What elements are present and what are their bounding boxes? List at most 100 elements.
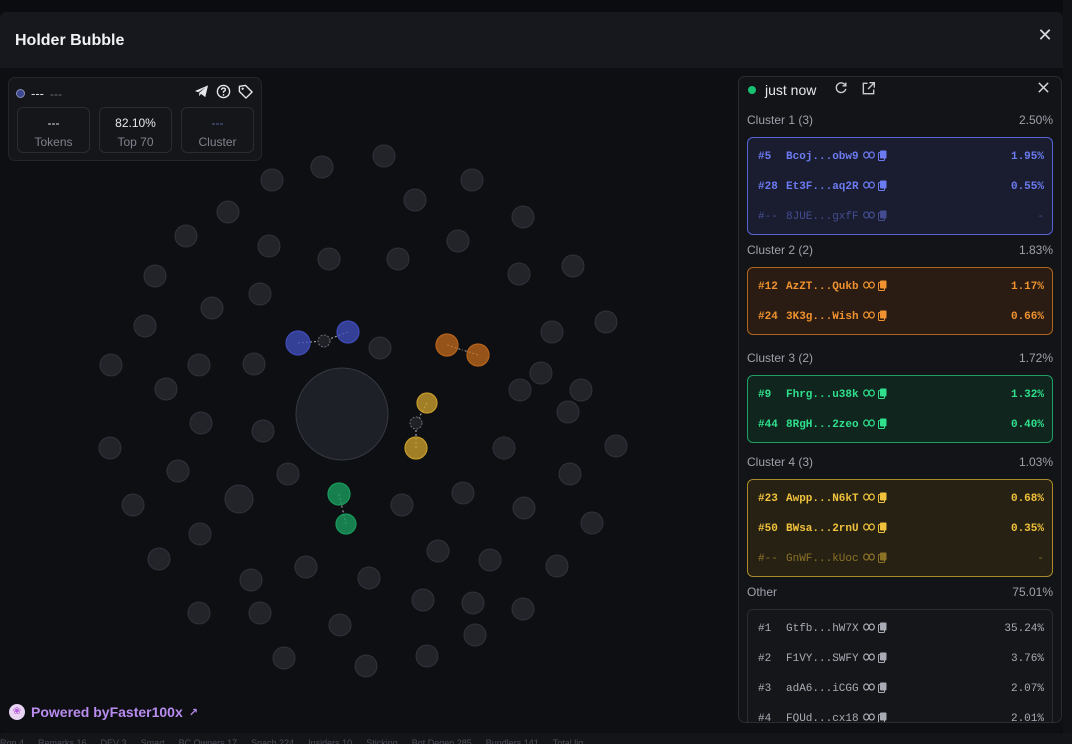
holder-bubble[interactable] xyxy=(368,336,392,360)
powered-by-link[interactable]: ❀ Powered by Faster100x ↗ xyxy=(9,704,198,720)
help-icon[interactable] xyxy=(216,84,231,99)
holder-addr[interactable]: FQUd...cx18 xyxy=(786,713,859,722)
link-icon[interactable] xyxy=(862,280,875,294)
link-icon[interactable] xyxy=(862,622,875,636)
copy-icon[interactable] xyxy=(877,552,887,567)
holder-bubble[interactable] xyxy=(558,462,582,486)
holder-bubble[interactable] xyxy=(294,555,318,579)
cluster-holder-bubble[interactable] xyxy=(466,343,490,367)
holder-bubble[interactable] xyxy=(248,282,272,306)
holder-bubble[interactable] xyxy=(556,400,580,424)
holder-row[interactable]: #50 BWsa...2rnU 0.35% xyxy=(758,521,1044,537)
holder-row[interactable]: #1 Gtfb...hW7X 35.24% xyxy=(758,621,1044,637)
holder-bubble[interactable] xyxy=(426,539,450,563)
holder-addr[interactable]: 8RgH...2zeo xyxy=(786,419,859,431)
copy-icon[interactable] xyxy=(877,712,887,722)
holder-bubble[interactable] xyxy=(310,155,334,179)
holder-bubble[interactable] xyxy=(188,522,212,546)
holder-bubble[interactable] xyxy=(317,247,341,271)
holder-row[interactable]: #24 3K3g...Wish 0.66% xyxy=(758,309,1044,325)
copy-icon[interactable] xyxy=(877,682,887,697)
link-icon[interactable] xyxy=(862,210,875,224)
copy-icon[interactable] xyxy=(877,522,887,537)
link-icon[interactable] xyxy=(862,310,875,324)
holder-bubble[interactable] xyxy=(154,377,178,401)
holder-bubble[interactable] xyxy=(98,436,122,460)
holder-bubble[interactable] xyxy=(242,352,266,376)
holder-addr[interactable]: F1VY...SWFY xyxy=(786,653,859,665)
copy-icon[interactable] xyxy=(877,622,887,637)
holder-row[interactable]: #2 F1VY...SWFY 3.76% xyxy=(758,651,1044,667)
holder-bubble[interactable] xyxy=(276,462,300,486)
holder-bubble[interactable] xyxy=(372,144,396,168)
holder-addr[interactable]: BWsa...2rnU xyxy=(786,523,859,535)
modal-close-icon[interactable]: ✕ xyxy=(1036,26,1054,44)
holder-bubble[interactable] xyxy=(411,588,435,612)
copy-icon[interactable] xyxy=(877,310,887,325)
copy-icon[interactable] xyxy=(877,280,887,295)
holder-bubble[interactable] xyxy=(580,511,604,535)
link-icon[interactable] xyxy=(862,652,875,666)
holder-bubble[interactable] xyxy=(143,264,167,288)
panel-close-icon[interactable] xyxy=(1035,81,1051,97)
holder-bubble[interactable] xyxy=(328,613,352,637)
cluster-holder-bubble[interactable] xyxy=(285,330,311,356)
cluster-hub-bubble[interactable] xyxy=(317,334,331,348)
holder-bubble[interactable] xyxy=(216,200,240,224)
holder-bubble[interactable] xyxy=(508,378,532,402)
holder-bubble[interactable] xyxy=(511,597,535,621)
copy-icon[interactable] xyxy=(877,150,887,165)
holder-row[interactable]: #28 Et3F...aq2R 0.55% xyxy=(758,179,1044,195)
holder-bubble[interactable] xyxy=(461,591,485,615)
copy-icon[interactable] xyxy=(877,418,887,433)
external-link-icon[interactable] xyxy=(860,81,876,97)
link-icon[interactable] xyxy=(862,180,875,194)
copy-icon[interactable] xyxy=(877,180,887,195)
holder-addr[interactable]: Bcoj...obw9 xyxy=(786,151,859,163)
holder-bubble[interactable] xyxy=(460,168,484,192)
holder-bubble[interactable] xyxy=(569,378,593,402)
holder-bubble[interactable] xyxy=(512,496,536,520)
link-icon[interactable] xyxy=(862,552,875,566)
link-icon[interactable] xyxy=(862,150,875,164)
holder-bubble[interactable] xyxy=(540,320,564,344)
holder-bubble[interactable] xyxy=(121,493,145,517)
holder-addr[interactable]: GnWF...kUoc xyxy=(786,553,859,565)
holder-bubble[interactable] xyxy=(386,247,410,271)
holder-addr[interactable]: Awpp...N6kT xyxy=(786,493,859,505)
holder-bubble[interactable] xyxy=(260,168,284,192)
holder-bubble[interactable] xyxy=(529,361,553,385)
holder-bubble[interactable] xyxy=(99,353,123,377)
holder-row[interactable]: #44 8RgH...2zeo 0.40% xyxy=(758,417,1044,433)
holder-bubble[interactable] xyxy=(507,262,531,286)
holder-bubble[interactable] xyxy=(451,481,475,505)
link-icon[interactable] xyxy=(862,388,875,402)
cluster-holder-bubble[interactable] xyxy=(416,392,438,414)
holder-bubble[interactable] xyxy=(251,419,275,443)
holder-row[interactable]: #3 adA6...iCGG 2.07% xyxy=(758,681,1044,697)
holder-row[interactable]: #5 Bcoj...obw9 1.95% xyxy=(758,149,1044,165)
holder-bubble[interactable] xyxy=(224,484,254,514)
holder-bubble[interactable] xyxy=(403,188,427,212)
holder-addr[interactable]: 3K3g...Wish xyxy=(786,311,859,323)
holder-bubble[interactable] xyxy=(492,436,516,460)
holder-bubble[interactable] xyxy=(511,205,535,229)
refresh-icon[interactable] xyxy=(833,81,849,97)
telegram-icon[interactable] xyxy=(194,84,209,99)
cluster-holder-bubble[interactable] xyxy=(335,513,357,535)
copy-icon[interactable] xyxy=(877,652,887,667)
holder-row[interactable]: #23 Awpp...N6kT 0.68% xyxy=(758,491,1044,507)
tag-icon[interactable] xyxy=(238,84,253,99)
holder-bubble[interactable] xyxy=(561,254,585,278)
holder-bubble[interactable] xyxy=(189,411,213,435)
holder-row[interactable]: #12 AzZT...Qukb 1.17% xyxy=(758,279,1044,295)
holder-bubble[interactable] xyxy=(357,566,381,590)
copy-icon[interactable] xyxy=(877,210,887,225)
cluster-hub-bubble[interactable] xyxy=(409,416,423,430)
holder-bubble[interactable] xyxy=(174,224,198,248)
holder-bubble[interactable] xyxy=(390,493,414,517)
cluster-holder-bubble[interactable] xyxy=(404,436,428,460)
holder-bubble[interactable] xyxy=(200,296,224,320)
largest-holder-bubble[interactable] xyxy=(295,367,389,461)
holder-bubble[interactable] xyxy=(415,644,439,668)
